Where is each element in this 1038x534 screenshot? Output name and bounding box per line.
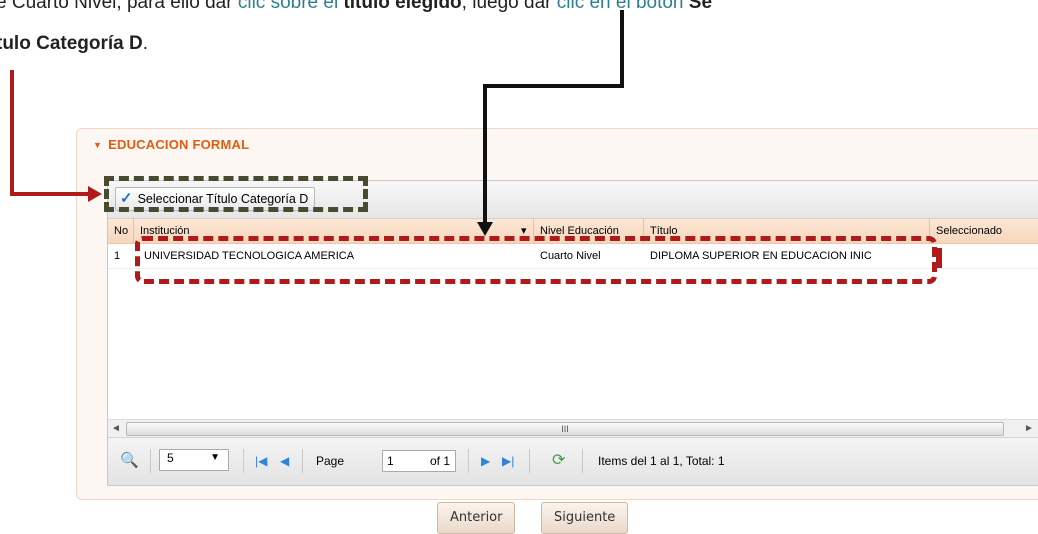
- annotation-row-highlight: [135, 236, 937, 284]
- instruction-link-text: clic sobre el: [237, 0, 339, 13]
- instruction-bold-text-3: tulo Categoría D: [0, 33, 143, 54]
- prev-page-icon[interactable]: ◀: [280, 451, 289, 471]
- pager-separator: [150, 449, 151, 473]
- first-page-icon[interactable]: |◀: [255, 451, 267, 471]
- annotation-red-marker: [936, 248, 942, 268]
- last-page-icon[interactable]: ▶|: [502, 451, 514, 471]
- instruction-line-2: tulo Categoría D.: [0, 33, 148, 55]
- of-pages-label: of 1: [430, 454, 451, 468]
- cell-no: 1: [114, 250, 121, 262]
- instruction-text-2: , luego dar: [461, 0, 557, 13]
- pager-separator: [529, 449, 530, 473]
- annotation-black-arrow-line: [620, 10, 624, 86]
- annotation-red-arrow-line: [10, 70, 14, 196]
- anterior-button[interactable]: Anterior: [437, 502, 516, 534]
- chevron-down-icon: ▼: [210, 452, 220, 463]
- instruction-bold-text-2: Se: [688, 0, 713, 13]
- instruction-bold-text: título elegido: [343, 0, 462, 13]
- horizontal-scrollbar[interactable]: ◄ III ►: [108, 419, 1038, 437]
- grid-pager: 🔍 5 ▼ |◀ ◀ Page of 1 ▶ ▶| ⟳ Items del 1 …: [108, 437, 1038, 485]
- panel-header[interactable]: ▼ EDUCACION FORMAL: [93, 137, 249, 152]
- page-label: Page: [316, 454, 345, 468]
- annotation-red-arrowhead: [88, 186, 102, 202]
- collapse-caret-icon[interactable]: ▼: [93, 140, 102, 150]
- panel-title: EDUCACION FORMAL: [108, 137, 250, 152]
- pager-separator: [302, 449, 303, 473]
- next-page-icon[interactable]: ▶: [481, 451, 490, 471]
- siguiente-button[interactable]: Siguiente: [541, 502, 629, 534]
- cell-seleccionado[interactable]: [930, 244, 1038, 268]
- scroll-right-icon[interactable]: ►: [1021, 420, 1037, 437]
- annotation-black-arrowhead: [477, 222, 493, 236]
- annotation-black-arrow-line: [483, 84, 487, 222]
- annotation-button-highlight: [104, 176, 368, 212]
- annotation-red-arrow-line: [10, 192, 90, 196]
- pager-separator: [468, 449, 469, 473]
- page-size-select[interactable]: 5 ▼: [159, 449, 229, 471]
- scroll-thumb[interactable]: III: [126, 422, 1004, 436]
- education-grid: ✓ Seleccionar Título Categoría D No Inst…: [107, 180, 1038, 486]
- items-count-text: Items del 1 al 1, Total: 1: [598, 454, 725, 468]
- annotation-black-arrow-line: [483, 84, 624, 88]
- scroll-left-icon[interactable]: ◄: [108, 420, 124, 437]
- instruction-line-1: e Cuarto Nivel, para ello dar clic sobre…: [0, 0, 712, 14]
- search-icon[interactable]: 🔍: [120, 451, 139, 471]
- instruction-period: .: [142, 33, 149, 54]
- column-header-seleccionado[interactable]: Seleccionado: [930, 219, 1038, 243]
- refresh-icon[interactable]: ⟳: [552, 451, 565, 471]
- pager-separator: [582, 449, 583, 473]
- pager-separator: [243, 449, 244, 473]
- instruction-text: e Cuarto Nivel, para ello dar: [0, 0, 238, 13]
- column-header-no[interactable]: No: [108, 219, 134, 243]
